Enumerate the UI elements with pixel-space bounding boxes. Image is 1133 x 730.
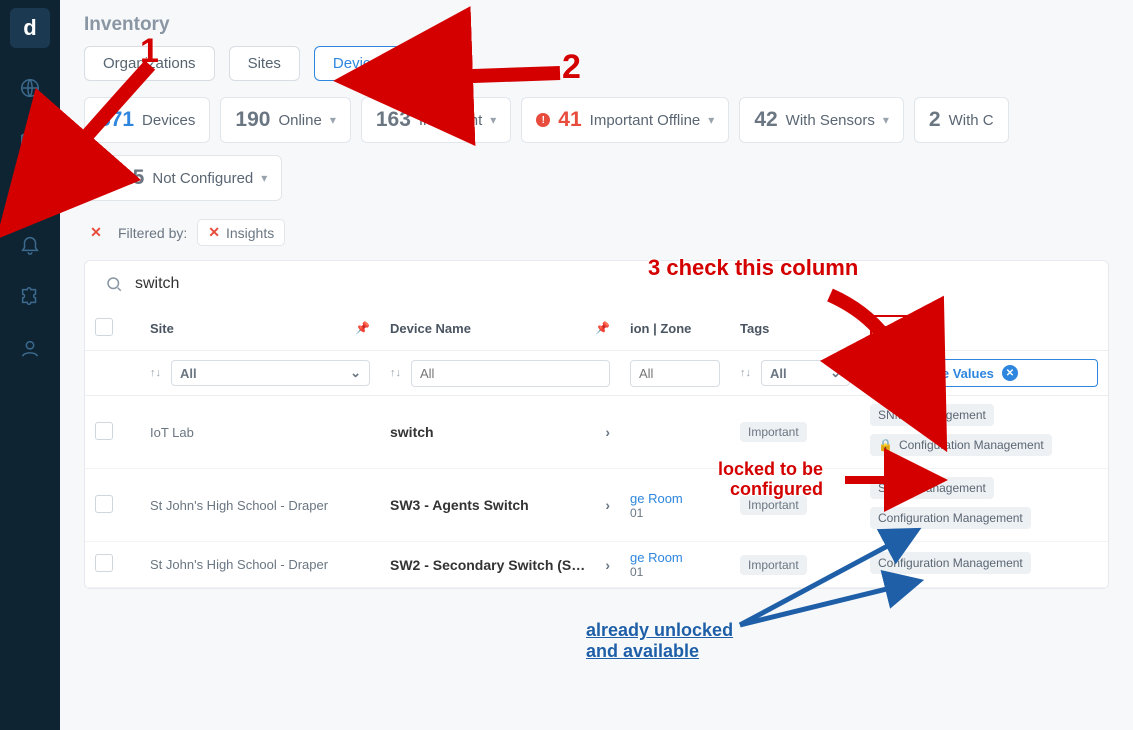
sidebar: d xyxy=(0,0,60,730)
filter-line: ✕ Filtered by: ✕ Insights xyxy=(84,219,1133,246)
insights-filter-select[interactable]: Multiple Values ✕ xyxy=(891,359,1098,387)
page-title: Inventory xyxy=(84,14,1133,36)
device-cell[interactable]: SW2 - Secondary Switch (S…› xyxy=(390,557,610,573)
zone-cell: ge Room01 xyxy=(620,469,730,542)
clear-all-filters-button[interactable]: ✕ xyxy=(84,221,108,245)
tab-sites[interactable]: Sites xyxy=(229,46,300,81)
tags-cell: Important xyxy=(730,542,860,588)
col-tags[interactable]: Tags xyxy=(740,321,769,336)
stat-online-num: 190 xyxy=(235,108,270,132)
tag-badge: Important xyxy=(740,555,807,575)
stat-devices-num: 571 xyxy=(99,108,134,132)
device-cell[interactable]: switch› xyxy=(390,424,610,440)
col-site[interactable]: Site xyxy=(150,321,174,336)
table-row[interactable]: St John's High School - Draper SW3 - Agen… xyxy=(85,469,1108,542)
stat-not-configured[interactable]: ! 15 Not Configured ▾ xyxy=(84,155,282,201)
search-icon xyxy=(105,275,123,293)
stat-with-c[interactable]: 2 With C xyxy=(914,97,1009,143)
insight-badge[interactable]: SNMP Management xyxy=(870,404,994,426)
stat-with-sensors[interactable]: 42 With Sensors ▾ xyxy=(739,97,904,143)
site-cell: St John's High School - Draper xyxy=(140,469,380,542)
funnel-icon: ▾ xyxy=(330,113,336,127)
tags-cell: Important xyxy=(730,469,860,542)
stat-online[interactable]: 190 Online ▾ xyxy=(220,97,350,143)
app-logo[interactable]: d xyxy=(10,8,50,48)
chevron-down-icon: ⌄ xyxy=(350,365,361,381)
devices-table: Site 📌 Device Name 📌 ion | Zone Tags Insig… xyxy=(85,307,1108,588)
site-cell: IoT Lab xyxy=(140,396,380,469)
device-filter-input[interactable] xyxy=(411,360,610,387)
col-insights[interactable]: Insights xyxy=(870,315,940,342)
insight-badge[interactable]: SNMP Management xyxy=(870,477,994,499)
remove-filter-button[interactable]: ✕ xyxy=(208,224,220,241)
stat-important[interactable]: 163 Important ▾ xyxy=(361,97,511,143)
row-checkbox[interactable] xyxy=(95,554,113,572)
tag-badge: Important xyxy=(740,495,807,515)
row-checkbox[interactable] xyxy=(95,495,113,513)
funnel-icon: ▾ xyxy=(490,113,496,127)
insights-cell: SNMP Management Configuration Management xyxy=(860,469,1108,542)
row-checkbox[interactable] xyxy=(95,422,113,440)
tab-devices[interactable]: Devices xyxy=(314,46,405,81)
tag-badge: Important xyxy=(740,422,807,442)
pin-icon[interactable]: 📌 xyxy=(355,321,370,335)
alert-icon: ! xyxy=(99,171,113,185)
dashboard-icon[interactable] xyxy=(18,180,42,204)
box-icon[interactable] xyxy=(18,128,42,152)
filtered-by-label: Filtered by: xyxy=(118,225,187,241)
stat-important-offline[interactable]: ! 41 Important Offline ▾ xyxy=(521,97,729,143)
funnel-icon: ▾ xyxy=(708,113,714,127)
insights-cell: SNMP Management 🔒Configuration Management xyxy=(860,396,1108,469)
search-input[interactable] xyxy=(135,275,535,293)
chevron-down-icon: ⌄ xyxy=(830,365,841,381)
filter-chip-insights[interactable]: ✕ Insights xyxy=(197,219,285,246)
col-device[interactable]: Device Name xyxy=(390,321,471,336)
zone-cell xyxy=(620,396,730,469)
insights-cell: Configuration Management xyxy=(860,542,1108,588)
stat-devices[interactable]: 571 Devices xyxy=(84,97,210,143)
results-card: Site 📌 Device Name 📌 ion | Zone Tags Insig… xyxy=(84,260,1109,589)
sort-icon[interactable]: ↑↓ xyxy=(390,367,401,379)
sort-icon[interactable]: ↑↓ xyxy=(870,367,881,379)
lock-icon: 🔒 xyxy=(878,438,893,452)
select-all-checkbox[interactable] xyxy=(95,318,113,336)
zone-filter-input[interactable] xyxy=(630,360,720,387)
stats-row-2: ! 15 Not Configured ▾ xyxy=(84,155,1133,201)
stat-online-label: Online xyxy=(278,112,321,129)
tags-filter-select[interactable]: All ⌄ xyxy=(761,360,850,386)
alert-icon: ! xyxy=(536,113,550,127)
stats-row-1: 571 Devices 190 Online ▾ 163 Important ▾… xyxy=(84,97,1133,143)
col-zone[interactable]: ion | Zone xyxy=(630,321,691,336)
globe-icon[interactable] xyxy=(18,76,42,100)
tab-organizations[interactable]: Organizations xyxy=(84,46,215,81)
bell-icon[interactable] xyxy=(18,232,42,256)
zone-cell: ge Room01 xyxy=(620,542,730,588)
tags-cell: Important xyxy=(730,396,860,469)
chevron-right-icon: › xyxy=(605,424,610,440)
puzzle-icon[interactable] xyxy=(18,284,42,308)
funnel-icon: ▾ xyxy=(261,171,267,185)
site-filter-select[interactable]: All ⌄ xyxy=(171,360,370,386)
clear-insights-filter-button[interactable]: ✕ xyxy=(1002,365,1018,381)
tabs: Organizations Sites Devices xyxy=(84,46,1133,81)
pin-icon[interactable]: 📌 xyxy=(595,321,610,335)
user-icon[interactable] xyxy=(18,336,42,360)
chevron-right-icon: › xyxy=(605,557,610,573)
sort-icon[interactable]: ↑↓ xyxy=(740,367,751,379)
insight-badge[interactable]: Configuration Management xyxy=(870,507,1031,529)
stat-devices-label: Devices xyxy=(142,112,195,129)
funnel-icon: ▾ xyxy=(883,113,889,127)
sort-icon[interactable]: ↑↓ xyxy=(150,367,161,379)
table-row[interactable]: IoT Lab switch› Important SNMP Management 🔒C… xyxy=(85,396,1108,469)
insight-badge[interactable]: Configuration Management xyxy=(870,552,1031,574)
search-bar xyxy=(85,261,1108,307)
table-row[interactable]: St John's High School - Draper SW2 - Seco… xyxy=(85,542,1108,588)
chevron-right-icon: › xyxy=(605,497,610,513)
main-area: Inventory Organizations Sites Devices 57… xyxy=(60,0,1133,730)
device-cell[interactable]: SW3 - Agents Switch› xyxy=(390,497,610,513)
insight-badge[interactable]: 🔒Configuration Management xyxy=(870,434,1052,456)
site-cell: St John's High School - Draper xyxy=(140,542,380,588)
